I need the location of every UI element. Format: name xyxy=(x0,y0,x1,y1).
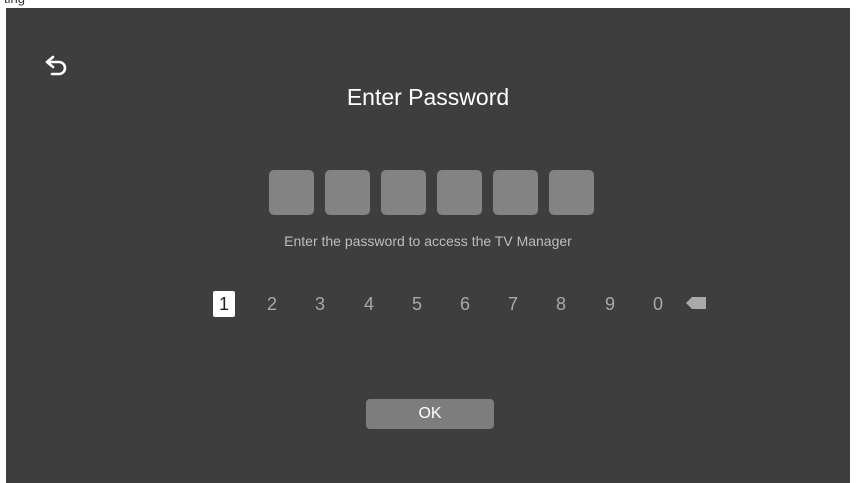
pin-digit-box xyxy=(381,170,426,215)
backspace-key[interactable] xyxy=(685,296,707,310)
keypad-key-0[interactable]: 0 xyxy=(647,291,669,317)
keypad-key-3[interactable]: 3 xyxy=(309,291,331,317)
top-strip: ting xyxy=(0,0,856,8)
pin-digit-box xyxy=(493,170,538,215)
page-title: Enter Password xyxy=(346,84,510,110)
keypad-key-9[interactable]: 9 xyxy=(599,291,621,317)
password-hint: Enter the password to access the TV Mana… xyxy=(284,233,572,249)
pin-digit-box xyxy=(437,170,482,215)
pin-digit-box xyxy=(269,170,314,215)
keypad-key-4[interactable]: 4 xyxy=(358,291,380,317)
pin-entry xyxy=(269,170,594,215)
back-button[interactable] xyxy=(42,50,72,80)
backspace-icon xyxy=(686,297,706,309)
keypad-key-5[interactable]: 5 xyxy=(406,291,428,317)
keypad-key-8[interactable]: 8 xyxy=(550,291,572,317)
top-strip-text: ting xyxy=(4,0,25,6)
pin-digit-box xyxy=(549,170,594,215)
password-screen: Enter Password Enter the password to acc… xyxy=(6,8,850,483)
keypad-key-6[interactable]: 6 xyxy=(454,291,476,317)
ok-button[interactable]: OK xyxy=(366,399,494,429)
pin-digit-box xyxy=(325,170,370,215)
keypad-key-1[interactable]: 1 xyxy=(213,291,235,317)
keypad-key-7[interactable]: 7 xyxy=(502,291,524,317)
keypad-key-2[interactable]: 2 xyxy=(261,291,283,317)
back-arrow-icon xyxy=(45,55,67,76)
